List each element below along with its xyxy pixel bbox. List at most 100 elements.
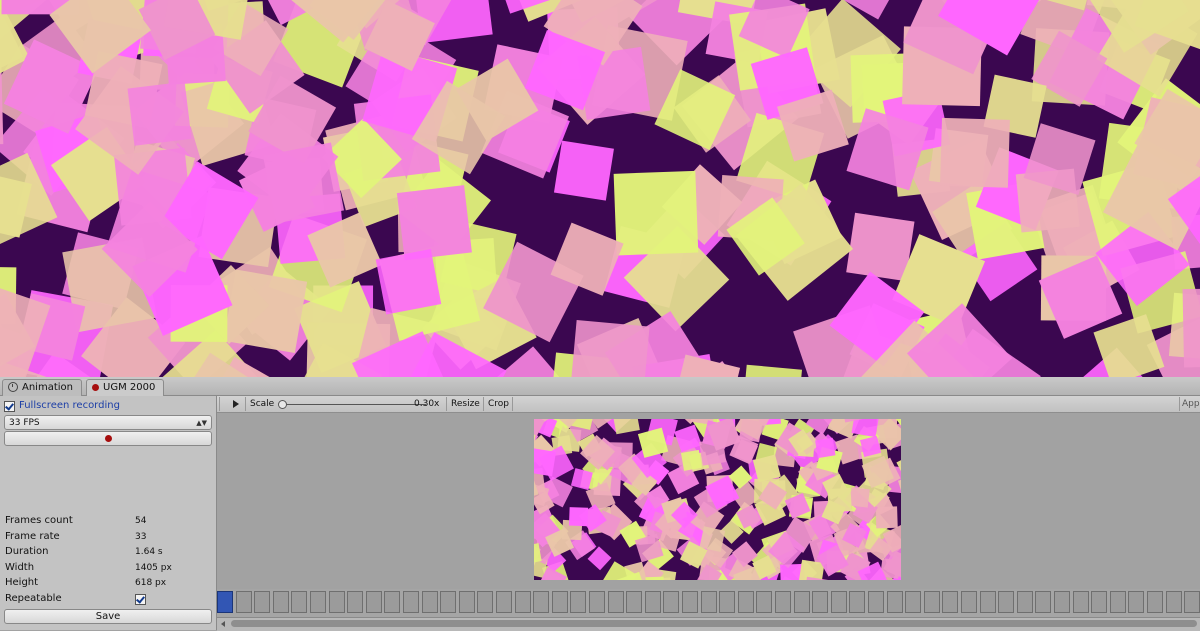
timeline-frame[interactable] (421, 591, 438, 613)
timeline-frame[interactable] (347, 591, 364, 613)
timeline-frame[interactable] (1035, 591, 1052, 613)
duration-label: Duration (5, 546, 49, 557)
frame-rate-row: Frame rate 33 (5, 530, 210, 544)
timeline-frame[interactable] (310, 591, 326, 613)
timeline-frame[interactable] (458, 591, 475, 613)
scroll-left-icon[interactable] (221, 621, 225, 627)
scale-slider-track[interactable] (282, 404, 426, 405)
fps-value: 33 FPS (9, 418, 40, 428)
timeline-frame[interactable] (942, 591, 959, 613)
timeline-frame[interactable] (440, 591, 457, 613)
scene-square (699, 526, 726, 552)
scene-square (645, 576, 665, 580)
scene-square (375, 249, 442, 315)
timeline-frame[interactable] (1072, 591, 1089, 613)
timeline-frame[interactable] (1016, 591, 1033, 613)
timeline-frame[interactable] (1054, 591, 1070, 613)
timeline-frame[interactable] (830, 591, 847, 613)
timeline-frame[interactable] (886, 591, 903, 613)
timeline-frame[interactable] (291, 591, 308, 613)
timeline-frame[interactable] (589, 591, 605, 613)
scene-square (396, 185, 472, 261)
timeline-frame[interactable] (1128, 591, 1145, 613)
timeline-frame[interactable] (682, 591, 698, 613)
timeline-frame[interactable] (663, 591, 680, 613)
timeline-frame[interactable] (1184, 591, 1200, 613)
preview-toolbar: Scale 0.30x Resize Crop App (217, 396, 1200, 413)
timeline-frame[interactable] (1091, 591, 1108, 613)
timeline-frame[interactable] (849, 591, 866, 613)
timeline-frame[interactable] (644, 591, 661, 613)
scrollbar-thumb[interactable] (231, 620, 1197, 627)
scene-square (849, 487, 870, 508)
fps-select[interactable]: 33 FPS ▲▼ (4, 415, 212, 430)
timeline-frame[interactable] (365, 591, 382, 613)
save-label: Save (95, 611, 121, 622)
height-row: Height 618 px (5, 576, 210, 590)
fullscreen-recording-row[interactable]: Fullscreen recording (4, 399, 120, 413)
timeline-frame[interactable] (923, 591, 940, 613)
record-button[interactable] (4, 431, 212, 446)
scene-square (1182, 287, 1200, 368)
fullscreen-checkbox[interactable] (4, 400, 15, 412)
timeline-frame[interactable] (403, 591, 419, 613)
timeline-frame[interactable] (719, 591, 736, 613)
tab-animation-label: Animation (22, 382, 73, 393)
timeline-frame[interactable] (1147, 591, 1163, 613)
timeline-frame[interactable] (235, 591, 252, 613)
timeline-frame-selected[interactable] (217, 591, 233, 613)
scale-value: 0.30x (414, 399, 440, 409)
timeline-frame[interactable] (998, 591, 1015, 613)
timeline-frame[interactable] (905, 591, 922, 613)
record-dot-icon (92, 383, 99, 391)
timeline-frame[interactable] (756, 591, 773, 613)
height-value: 618 px (135, 578, 167, 588)
timeline-scrollbar[interactable] (217, 617, 1200, 631)
repeatable-checkbox[interactable] (135, 594, 146, 605)
save-button[interactable]: Save (4, 609, 212, 624)
timeline-frame[interactable] (979, 591, 996, 613)
play-button[interactable] (220, 396, 244, 412)
timeline-frame[interactable] (496, 591, 512, 613)
timeline-frame[interactable] (254, 591, 271, 613)
timeline-frame[interactable] (961, 591, 977, 613)
timeline-frame[interactable] (1109, 591, 1126, 613)
timeline-frame[interactable] (570, 591, 587, 613)
timeline-frame[interactable] (812, 591, 829, 613)
tab-ugm-2000[interactable]: UGM 2000 (86, 379, 165, 396)
timeline-frame[interactable] (328, 591, 345, 613)
crop-button[interactable]: Crop (488, 396, 509, 412)
scene-square (262, 142, 345, 224)
toolbar-divider (1179, 397, 1180, 411)
timeline-frame[interactable] (551, 591, 568, 613)
timeline-frame[interactable] (514, 591, 531, 613)
toolbar-divider (483, 397, 484, 411)
scene-square (815, 437, 836, 459)
timeline-frame[interactable] (626, 591, 643, 613)
timeline-frame[interactable] (607, 591, 624, 613)
scene-square (568, 507, 589, 527)
gif-preview (534, 419, 901, 580)
tab-animation[interactable]: Animation (2, 379, 82, 396)
timeline-frame[interactable] (775, 591, 791, 613)
timeline-frame[interactable] (700, 591, 717, 613)
timeline-frame[interactable] (868, 591, 884, 613)
toolbar-divider (446, 397, 447, 411)
timeline-frame[interactable] (533, 591, 550, 613)
frame-timeline (217, 589, 1200, 617)
tab-bar: Animation UGM 2000 (0, 377, 1200, 396)
timeline-frame[interactable] (272, 591, 289, 613)
timeline-frame[interactable] (384, 591, 401, 613)
timeline-frame[interactable] (1165, 591, 1182, 613)
apply-button[interactable]: App (1182, 396, 1200, 412)
timeline-frame[interactable] (793, 591, 810, 613)
timeline-frame[interactable] (477, 591, 494, 613)
resize-button[interactable]: Resize (451, 396, 480, 412)
scene-square (940, 117, 1010, 188)
scale-label: Scale (250, 399, 275, 409)
clock-icon (8, 382, 18, 392)
timeline-frame[interactable] (737, 591, 754, 613)
scale-slider-handle[interactable] (278, 400, 287, 409)
repeatable-row[interactable]: Repeatable (5, 592, 210, 606)
frames-count-row: Frames count 54 (5, 514, 210, 528)
